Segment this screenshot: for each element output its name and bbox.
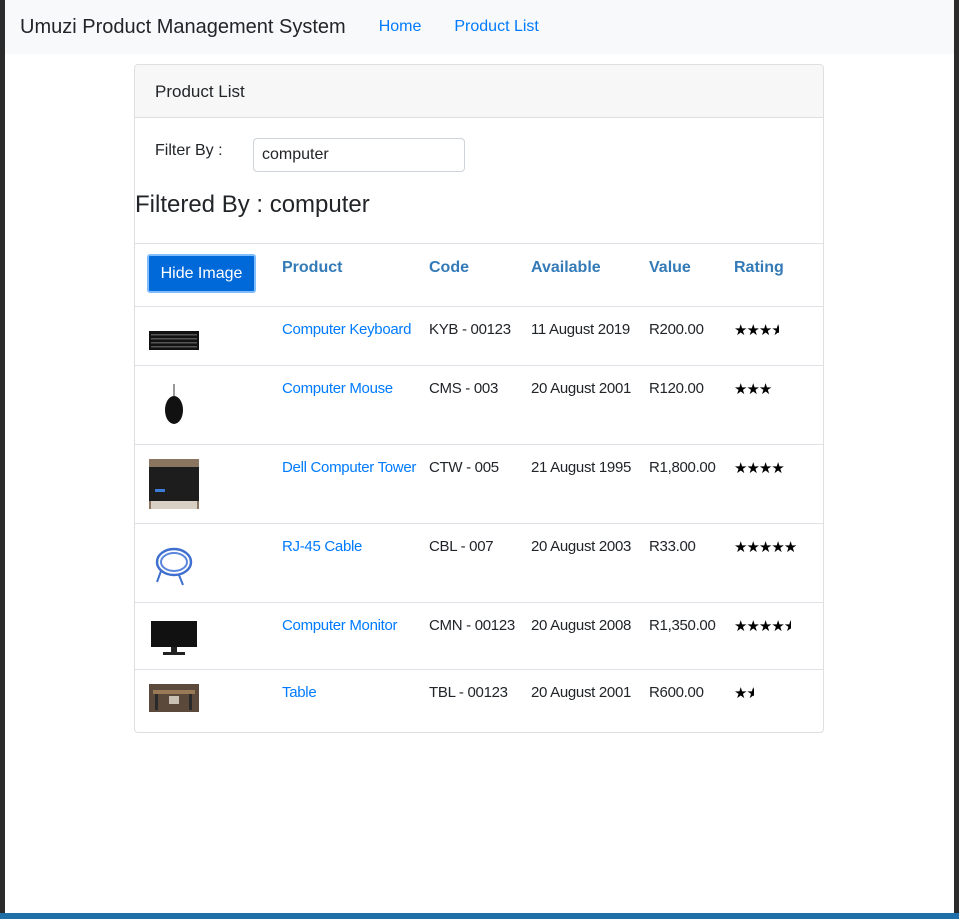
value-cell: R1,350.00 [649,602,734,670]
product-table: Hide Image Product Code Available Value … [135,243,823,732]
table-header-row: Hide Image Product Code Available Value … [135,243,823,307]
product-link[interactable]: RJ-45 Cable [282,538,362,555]
product-list-card: Product List Filter By : Filtered By : c… [134,64,824,733]
star-icon: ★ [734,460,747,477]
product-link[interactable]: Computer Keyboard [282,321,411,338]
keyboard-image [149,331,199,350]
half-star-icon: ★ [746,684,754,702]
code-column-header[interactable]: Code [429,243,531,307]
code-cell: CTW - 005 [429,444,531,524]
nav-product-list-link[interactable]: Product List [454,18,538,36]
star-icon: ★ [758,381,772,398]
image-cell [135,669,282,732]
star-rating: ★★★★ [734,322,779,339]
table-row: Computer Monitor CMN - 00123 20 August 2… [135,602,823,670]
product-link[interactable]: Computer Monitor [282,617,398,634]
star-icon: ★ [734,685,747,702]
mouse-image [149,380,199,430]
card-header: Product List [135,65,823,118]
value-column-header[interactable]: Value [649,243,734,307]
star-icon: ★ [771,460,784,477]
star-icon: ★ [734,618,747,635]
available-cell: 20 August 2008 [531,602,649,670]
star-icon: ★ [783,539,797,556]
hide-image-button[interactable]: Hide Image [147,254,256,293]
image-cell [135,444,282,524]
product-table-wrapper: Hide Image Product Code Available Value … [135,243,823,732]
star-rating: ★★★ [734,381,772,398]
image-cell [135,365,282,445]
value-cell: R600.00 [649,669,734,732]
star-icon: ★ [758,322,772,339]
star-icon: ★ [746,381,759,398]
star-icon: ★ [758,539,772,556]
star-icon: ★ [771,539,784,556]
code-cell: TBL - 00123 [429,669,531,732]
available-cell: 21 August 1995 [531,444,649,524]
image-column-header: Hide Image [135,243,282,307]
image-cell [135,306,282,366]
table-row: Computer Keyboard KYB - 00123 11 August … [135,306,823,366]
value-cell: R120.00 [649,365,734,445]
monitor-image [149,617,199,657]
available-cell: 11 August 2019 [531,306,649,366]
product-link[interactable]: Computer Mouse [282,380,393,397]
product-column-header[interactable]: Product [282,243,429,307]
available-cell: 20 August 2001 [531,669,649,732]
value-cell: R1,800.00 [649,444,734,524]
table-row: Table TBL - 00123 20 August 2001 R600.00… [135,669,823,732]
star-icon: ★ [734,381,747,398]
filtered-by-heading: Filtered By : computer [135,191,370,218]
code-cell: CMS - 003 [429,365,531,445]
half-star-icon: ★ [784,617,792,635]
star-rating: ★★★★★ [734,539,797,556]
window-edge-left [0,0,5,919]
filter-input[interactable] [253,138,465,172]
star-icon: ★ [734,322,747,339]
product-link[interactable]: Table [282,684,317,701]
navbar: Umuzi Product Management System Home Pro… [5,0,954,54]
star-icon: ★ [746,460,759,477]
star-icon: ★ [746,539,759,556]
product-table-body: Computer Keyboard KYB - 00123 11 August … [135,306,823,732]
window-edge-bottom [0,913,959,919]
half-star-icon: ★ [771,321,779,339]
star-icon: ★ [746,618,759,635]
nav-home-link[interactable]: Home [379,18,422,36]
star-icon: ★ [771,618,784,635]
star-icon: ★ [758,618,772,635]
star-icon: ★ [734,539,747,556]
rating-column-header[interactable]: Rating [734,243,823,307]
star-icon: ★ [746,322,759,339]
available-cell: 20 August 2003 [531,523,649,603]
star-rating: ★★ [734,685,754,702]
table-image [149,684,199,712]
value-cell: R33.00 [649,523,734,603]
tower-image [149,459,199,509]
star-rating: ★★★★ [734,460,785,477]
image-cell [135,523,282,603]
filter-label: Filter By : [155,142,223,159]
filter-row: Filter By : [155,138,465,172]
window-edge-right [954,0,959,919]
cable-image [149,538,199,588]
code-cell: KYB - 00123 [429,306,531,366]
star-rating: ★★★★★ [734,618,791,635]
star-icon: ★ [758,460,772,477]
table-row: Computer Mouse CMS - 003 20 August 2001 … [135,365,823,445]
code-cell: CBL - 007 [429,523,531,603]
table-row: Dell Computer Tower CTW - 005 21 August … [135,444,823,524]
brand[interactable]: Umuzi Product Management System [20,16,346,39]
value-cell: R200.00 [649,306,734,366]
product-link[interactable]: Dell Computer Tower [282,459,416,476]
image-cell [135,602,282,670]
available-cell: 20 August 2001 [531,365,649,445]
available-column-header[interactable]: Available [531,243,649,307]
table-row: RJ-45 Cable CBL - 007 20 August 2003 R33… [135,523,823,603]
code-cell: CMN - 00123 [429,602,531,670]
